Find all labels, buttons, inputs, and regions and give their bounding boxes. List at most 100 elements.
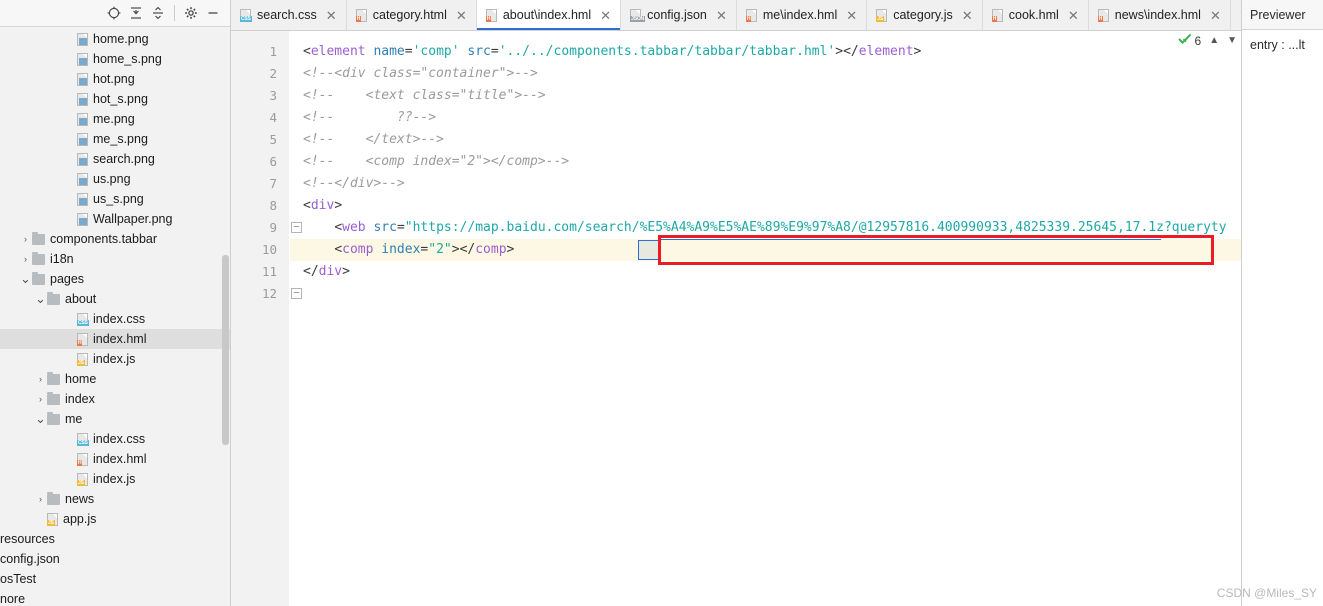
tree-item-label: me_s.png	[93, 132, 148, 146]
editor-tab[interactable]: Hcategory.html ✕	[346, 0, 477, 30]
folder-icon	[47, 491, 60, 505]
tree-item-label: Wallpaper.png	[93, 212, 173, 226]
editor-tab[interactable]: CSS search.css ✕	[231, 0, 347, 30]
tree-file-row[interactable]: nore	[0, 589, 230, 606]
tab-close-icon[interactable]: ✕	[326, 9, 337, 22]
file-tree[interactable]: home.png home_s.png hot.png hot_s.png me…	[0, 27, 230, 606]
code-line[interactable]: <div>	[303, 195, 1241, 217]
inspection-status-bar[interactable]: 6 ▲ ▼	[1177, 33, 1237, 48]
editor-tab[interactable]: Habout\index.hml ✕	[476, 0, 622, 30]
tree-folder-row[interactable]: › news	[0, 489, 230, 509]
tree-file-row[interactable]: us_s.png	[0, 189, 230, 209]
tree-file-row[interactable]: Wallpaper.png	[0, 209, 230, 229]
tree-folder-row[interactable]: ⌄ me	[0, 409, 230, 429]
tree-file-row[interactable]: us.png	[0, 169, 230, 189]
tree-file-row[interactable]: JS index.js	[0, 469, 230, 489]
tab-close-icon[interactable]: ✕	[962, 9, 973, 22]
tab-close-icon[interactable]: ✕	[716, 9, 727, 22]
explorer-scrollbar[interactable]	[222, 255, 229, 445]
code-line[interactable]: <comp index="2"></comp>	[303, 239, 1241, 261]
tree-file-row[interactable]: JS app.js	[0, 509, 230, 529]
code-line[interactable]: <element name='comp' src='../../componen…	[303, 41, 1241, 63]
tree-item-label: app.js	[63, 512, 97, 526]
code-line[interactable]	[303, 283, 1241, 305]
chevron-down-icon[interactable]: ⌄	[19, 272, 32, 285]
chevron-right-icon[interactable]: ›	[34, 374, 47, 384]
chevron-right-icon[interactable]: ›	[34, 494, 47, 504]
tree-file-row[interactable]: home_s.png	[0, 49, 230, 69]
tree-folder-row[interactable]: › i18n	[0, 249, 230, 269]
chevron-up-icon[interactable]: ▲	[1209, 35, 1219, 46]
chevron-right-icon[interactable]: ›	[34, 394, 47, 404]
css-file-icon: CSS	[77, 312, 89, 326]
editor-tab-label: news\index.hml	[1114, 8, 1201, 22]
html-file-icon: H	[1097, 8, 1109, 22]
chevron-right-icon[interactable]: ›	[19, 254, 32, 264]
tree-folder-row[interactable]: ⌄ pages	[0, 269, 230, 289]
image-file-icon	[77, 212, 88, 226]
code-line[interactable]: </div>	[303, 261, 1241, 283]
tree-item-label: index.js	[93, 352, 136, 366]
code-line[interactable]: <!--<div class="container">-->	[303, 63, 1241, 85]
tab-close-icon[interactable]: ✕	[600, 9, 611, 22]
tab-close-icon[interactable]: ✕	[1210, 9, 1221, 22]
tree-folder-row[interactable]: › components.tabbar	[0, 229, 230, 249]
tree-file-row[interactable]: Hindex.hml	[0, 449, 230, 469]
tree-file-row[interactable]: me.png	[0, 109, 230, 129]
tree-item-label: index.css	[93, 432, 146, 446]
tree-file-row[interactable]: CSS index.css	[0, 309, 230, 329]
line-number: 9	[269, 220, 277, 235]
fold-marker-line-11[interactable]: –	[291, 288, 302, 299]
code-line[interactable]: <!-- ??-->	[303, 107, 1241, 129]
image-file-icon	[77, 32, 88, 46]
tree-file-row[interactable]: hot.png	[0, 69, 230, 89]
code-folding-column[interactable]	[289, 31, 303, 606]
tab-close-icon[interactable]: ✕	[846, 9, 857, 22]
code-line[interactable]: <!-- <comp index="2"></comp>-->	[303, 151, 1241, 173]
tree-file-row[interactable]: resources	[0, 529, 230, 549]
tree-folder-row[interactable]: › index	[0, 389, 230, 409]
code-line[interactable]: <!-- <text class="title">-->	[303, 85, 1241, 107]
gear-icon[interactable]	[180, 3, 202, 23]
tree-file-row[interactable]: CSS index.css	[0, 429, 230, 449]
expand-all-icon[interactable]	[147, 3, 169, 23]
target-locate-icon[interactable]	[103, 3, 125, 23]
image-file-icon	[77, 132, 88, 146]
tree-item-label: index.js	[93, 472, 136, 486]
tab-close-icon[interactable]: ✕	[456, 9, 467, 22]
chevron-down-icon[interactable]: ⌄	[34, 292, 47, 305]
tree-file-row[interactable]: Hindex.hml	[0, 329, 230, 349]
editor-tab[interactable]: Hme\index.hml ✕	[736, 0, 868, 30]
editor-tab[interactable]: Hcook.hml ✕	[982, 0, 1089, 30]
tree-file-row[interactable]: search.png	[0, 149, 230, 169]
code-line[interactable]: <!-- </text>-->	[303, 129, 1241, 151]
collapse-all-icon[interactable]	[125, 3, 147, 23]
tree-folder-row[interactable]: ⌄ about	[0, 289, 230, 309]
fold-marker-line-8[interactable]: –	[291, 222, 302, 233]
tree-item-label: hot_s.png	[93, 92, 148, 106]
tree-item-label: resources	[0, 532, 55, 546]
tree-file-row[interactable]: me_s.png	[0, 129, 230, 149]
tab-overflow-chevron-down-icon[interactable]: ▼	[1231, 0, 1241, 30]
tab-close-icon[interactable]: ✕	[1068, 9, 1079, 22]
chevron-right-icon[interactable]: ›	[19, 234, 32, 244]
editor-tab[interactable]: JSON config.json ✕	[621, 0, 737, 30]
tree-folder-row[interactable]: › home	[0, 369, 230, 389]
tree-file-row[interactable]: osTest	[0, 569, 230, 589]
code-line[interactable]: <!--</div>-->	[303, 173, 1241, 195]
tree-file-row[interactable]: hot_s.png	[0, 89, 230, 109]
code-line[interactable]: <web src="https://map.baidu.com/search/%…	[303, 217, 1241, 239]
chevron-down-icon[interactable]: ▼	[1227, 35, 1237, 46]
editor-tab[interactable]: JS category.js ✕	[867, 0, 983, 30]
code-editor[interactable]: 1 2 3 4 5 6 7 8 9 10 11 12 <element name='comp' src…	[231, 31, 1241, 606]
tree-file-row[interactable]: JS index.js	[0, 349, 230, 369]
chevron-down-icon[interactable]: ⌄	[34, 412, 47, 425]
image-file-icon	[77, 192, 88, 206]
tree-file-row[interactable]: home.png	[0, 29, 230, 49]
tree-file-row[interactable]: config.json	[0, 549, 230, 569]
previewer-panel: Previewer entry : ...lt	[1241, 0, 1323, 606]
editor-tab[interactable]: Hnews\index.hml ✕	[1088, 0, 1231, 30]
minimize-icon[interactable]	[202, 3, 224, 23]
